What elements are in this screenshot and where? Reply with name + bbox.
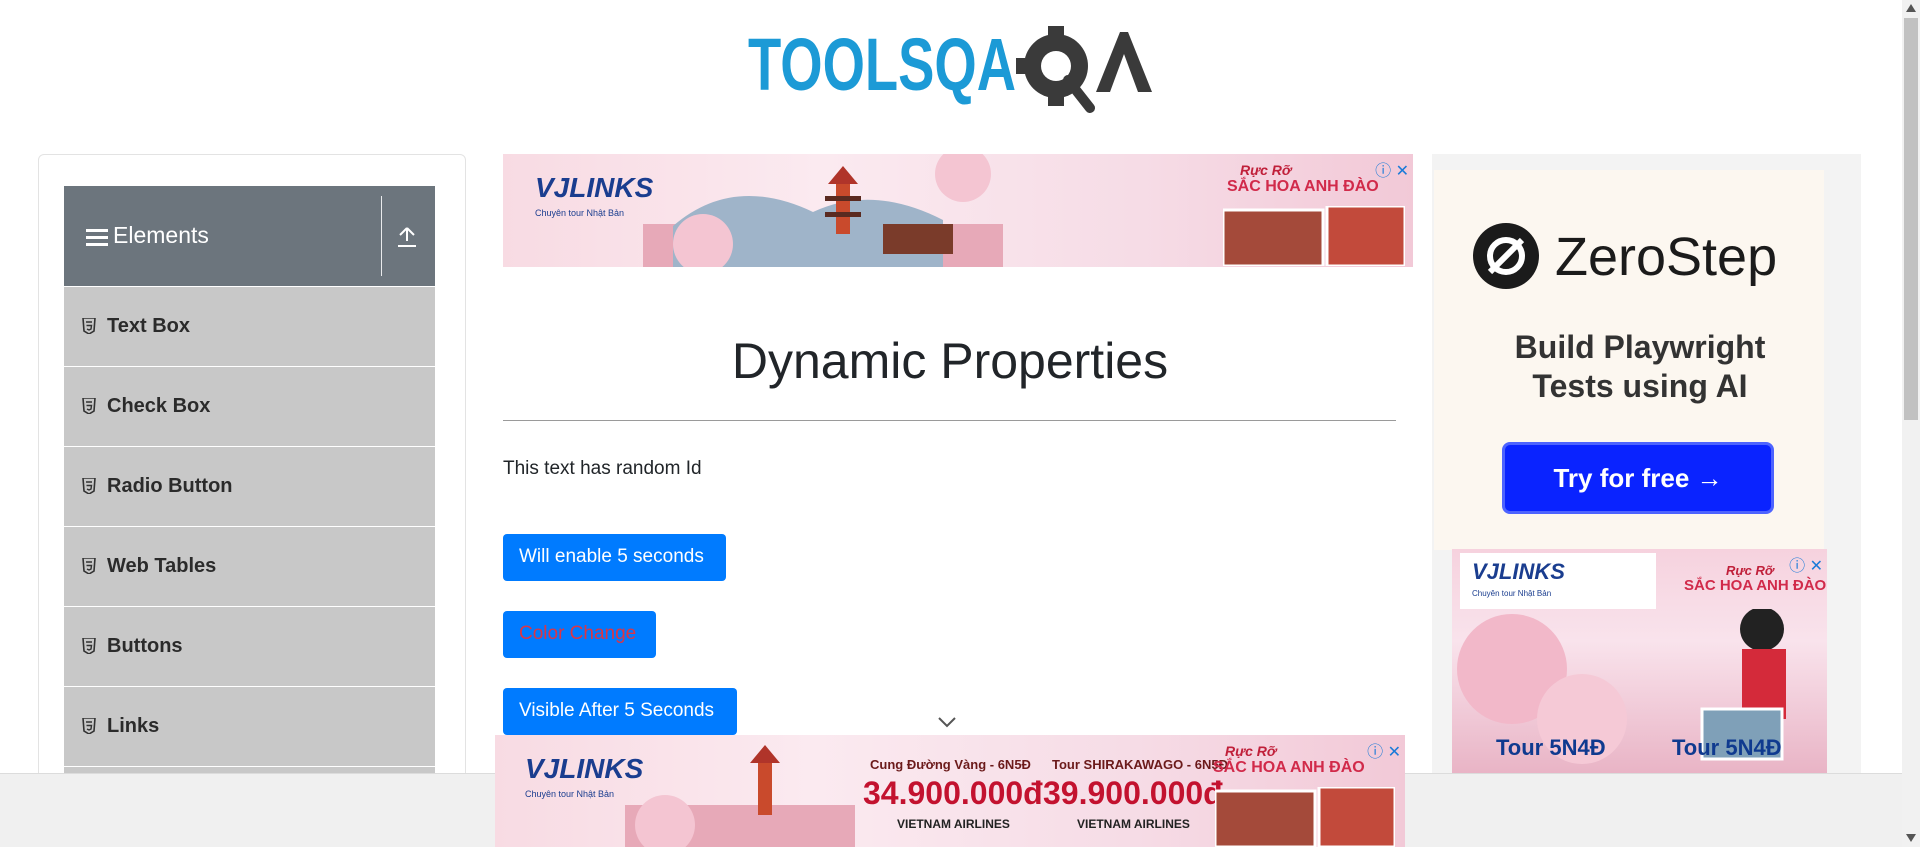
top-ad-banner[interactable]: VJLINKS Chuyên tour Nhật Bản Rực Rỡ SẮC … (503, 154, 1413, 267)
right-ad-banner[interactable]: VJLINKS Chuyên tour Nhật Bản Rực Rỡ SẮC … (1452, 549, 1827, 779)
sidebar-item-label: Text Box (107, 315, 190, 337)
visible-after-button[interactable]: Visible After 5 Seconds (503, 688, 737, 735)
tour-label-1: Tour 5N4Đ (1496, 735, 1606, 760)
ad-headline: SẮC HOA ANH ĐÀO (1213, 759, 1365, 776)
temple-photo (1215, 787, 1395, 847)
html5-icon (82, 638, 96, 654)
group-title: Elements (113, 222, 209, 248)
sidebar-item-label: Radio Button (107, 475, 233, 497)
header-divider (381, 196, 382, 276)
ad-headline-pre: Rực Rỡ (1240, 162, 1292, 178)
ad-brand-sub: Chuyên tour Nhật Bản (525, 789, 615, 799)
ad-close-icon[interactable]: ⓘ ✕ (1789, 552, 1823, 576)
bottom-ad-banner[interactable]: VJLINKS Chuyên tour Nhật Bản Cung Đường … (495, 735, 1405, 847)
ad-close-icon[interactable]: ⓘ ✕ (1367, 738, 1401, 762)
offer2-price: 39.900.000đ (1043, 775, 1223, 811)
sidebar-item-radio-button[interactable]: Radio Button (64, 447, 435, 527)
offer1-price: 34.900.000đ (863, 775, 1043, 811)
logo-letter-a (1096, 32, 1152, 92)
gear-magnifier-icon (1016, 26, 1095, 113)
ad-brand-sub: Chuyên tour Nhật Bản (535, 208, 625, 218)
sidebar-item-label: Check Box (107, 395, 211, 417)
toolsqa-logo[interactable]: TOOLSQA (748, 18, 1154, 114)
sidebar-item-check-box[interactable]: Check Box (64, 367, 435, 447)
elements-menu-list: Text Box Check Box Radio Button Web Tabl… (64, 287, 435, 847)
tagline-line-1: Build Playwright (1514, 329, 1766, 365)
zerostep-logo-icon (1473, 223, 1539, 289)
sidebar-item-text-box[interactable]: Text Box (64, 287, 435, 367)
airline-1: VIETNAM AIRLINES (897, 817, 1010, 831)
html5-icon (82, 398, 96, 414)
scroll-down-arrow-icon[interactable] (1906, 834, 1916, 842)
zerostep-tagline: Build Playwright Tests using AI (1486, 328, 1794, 406)
color-change-button[interactable]: Color Change (503, 611, 656, 658)
html5-icon (82, 718, 96, 734)
tour-label-2: Tour 5N4Đ (1672, 735, 1782, 760)
ad-headline: SẮC HOA ANH ĐÀO (1684, 577, 1827, 594)
title-divider (503, 420, 1396, 421)
sidebar-item-label: Links (107, 715, 160, 737)
collapse-upload-icon[interactable] (397, 226, 417, 248)
offer2-title: Tour SHIRAKAWAGO - 6N5Đ (1052, 757, 1228, 772)
tagline-line-2: Tests using AI (1532, 368, 1748, 404)
html5-icon (82, 318, 96, 334)
elements-group-header[interactable]: Elements (64, 186, 435, 286)
chevron-down-icon[interactable] (937, 716, 957, 728)
ad-brand: VJLINKS (1472, 559, 1565, 584)
ad-headline: SẮC HOA ANH ĐÀO (1227, 178, 1379, 195)
sidebar-item-web-tables[interactable]: Web Tables (64, 527, 435, 607)
ad-close-icon[interactable]: ⓘ ✕ (1375, 157, 1409, 181)
sidebar-item-label: Buttons (107, 635, 183, 657)
random-id-text: This text has random Id (503, 458, 702, 479)
sidebar-item-links[interactable]: Links (64, 687, 435, 767)
html5-icon (82, 478, 96, 494)
ad-headline-pre: Rực Rỡ (1225, 743, 1277, 759)
enable-after-button[interactable]: Will enable 5 seconds (503, 534, 726, 581)
ad-headline-pre: Rực Rỡ (1726, 563, 1774, 578)
offer1-title: Cung Đường Vàng - 6N5Đ (870, 757, 1031, 772)
page-title: Dynamic Properties (731, 333, 1169, 389)
html5-icon (82, 558, 96, 574)
zerostep-brand: ZeroStep (1555, 227, 1778, 287)
airline-2: VIETNAM AIRLINES (1077, 817, 1190, 831)
scroll-up-arrow-icon[interactable] (1906, 4, 1916, 12)
pagoda-illustration (643, 154, 1003, 267)
ad-brand-sub: Chuyên tour Nhật Bản (1472, 589, 1552, 598)
try-for-free-button[interactable]: Try for free → (1502, 442, 1774, 514)
scrollbar-thumb[interactable] (1904, 18, 1918, 420)
sidebar-item-buttons[interactable]: Buttons (64, 607, 435, 687)
temple-photo (1223, 206, 1405, 266)
ad-brand: VJLINKS (535, 172, 654, 203)
pagoda-illustration (625, 745, 855, 847)
hamburger-icon (86, 229, 108, 246)
sidebar-item-label: Web Tables (107, 555, 217, 577)
logo-text: TOOLSQA (748, 23, 1016, 106)
